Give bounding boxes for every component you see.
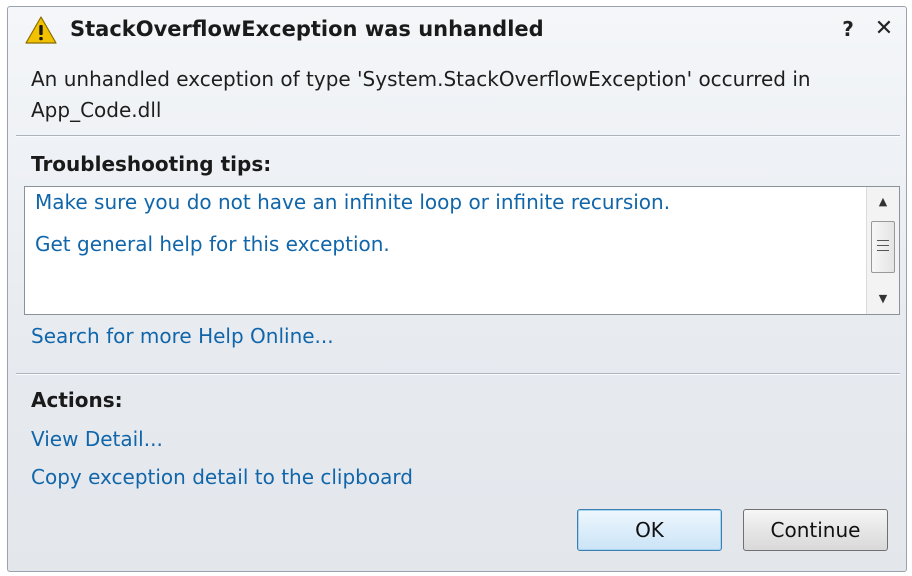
troubleshooting-heading: Troubleshooting tips:	[31, 152, 272, 176]
tips-scrollbar[interactable]: ▲ ▼	[866, 187, 899, 314]
view-detail-link[interactable]: View Detail...	[31, 427, 163, 451]
tip-link-infinite-loop[interactable]: Make sure you do not have an infinite lo…	[35, 190, 670, 214]
scroll-up-arrow-icon[interactable]: ▲	[867, 191, 899, 213]
tip-link-general-help[interactable]: Get general help for this exception.	[35, 232, 390, 256]
scroll-down-arrow-icon[interactable]: ▼	[867, 288, 899, 310]
dialog-title: StackOverflowException was unhandled	[70, 17, 544, 41]
divider	[16, 135, 900, 137]
search-help-online-link[interactable]: Search for more Help Online...	[31, 324, 334, 348]
ok-button[interactable]: OK	[577, 509, 722, 551]
grip-line	[877, 240, 889, 241]
copy-exception-detail-link[interactable]: Copy exception detail to the clipboard	[31, 465, 413, 489]
divider	[16, 373, 900, 375]
help-icon[interactable]: ?	[836, 17, 860, 41]
title-bar: StackOverflowException was unhandled ? ✕	[8, 7, 906, 53]
troubleshooting-tips-list: Make sure you do not have an infinite lo…	[24, 186, 900, 315]
grip-line	[877, 250, 889, 251]
actions-heading: Actions:	[31, 388, 123, 412]
close-icon[interactable]: ✕	[872, 17, 896, 41]
exception-dialog: StackOverflowException was unhandled ? ✕…	[7, 6, 907, 572]
scroll-thumb[interactable]	[871, 221, 895, 273]
grip-line	[877, 245, 889, 246]
exception-message: An unhandled exception of type 'System.S…	[31, 67, 811, 122]
warning-icon	[25, 16, 57, 44]
continue-button[interactable]: Continue	[743, 509, 888, 551]
